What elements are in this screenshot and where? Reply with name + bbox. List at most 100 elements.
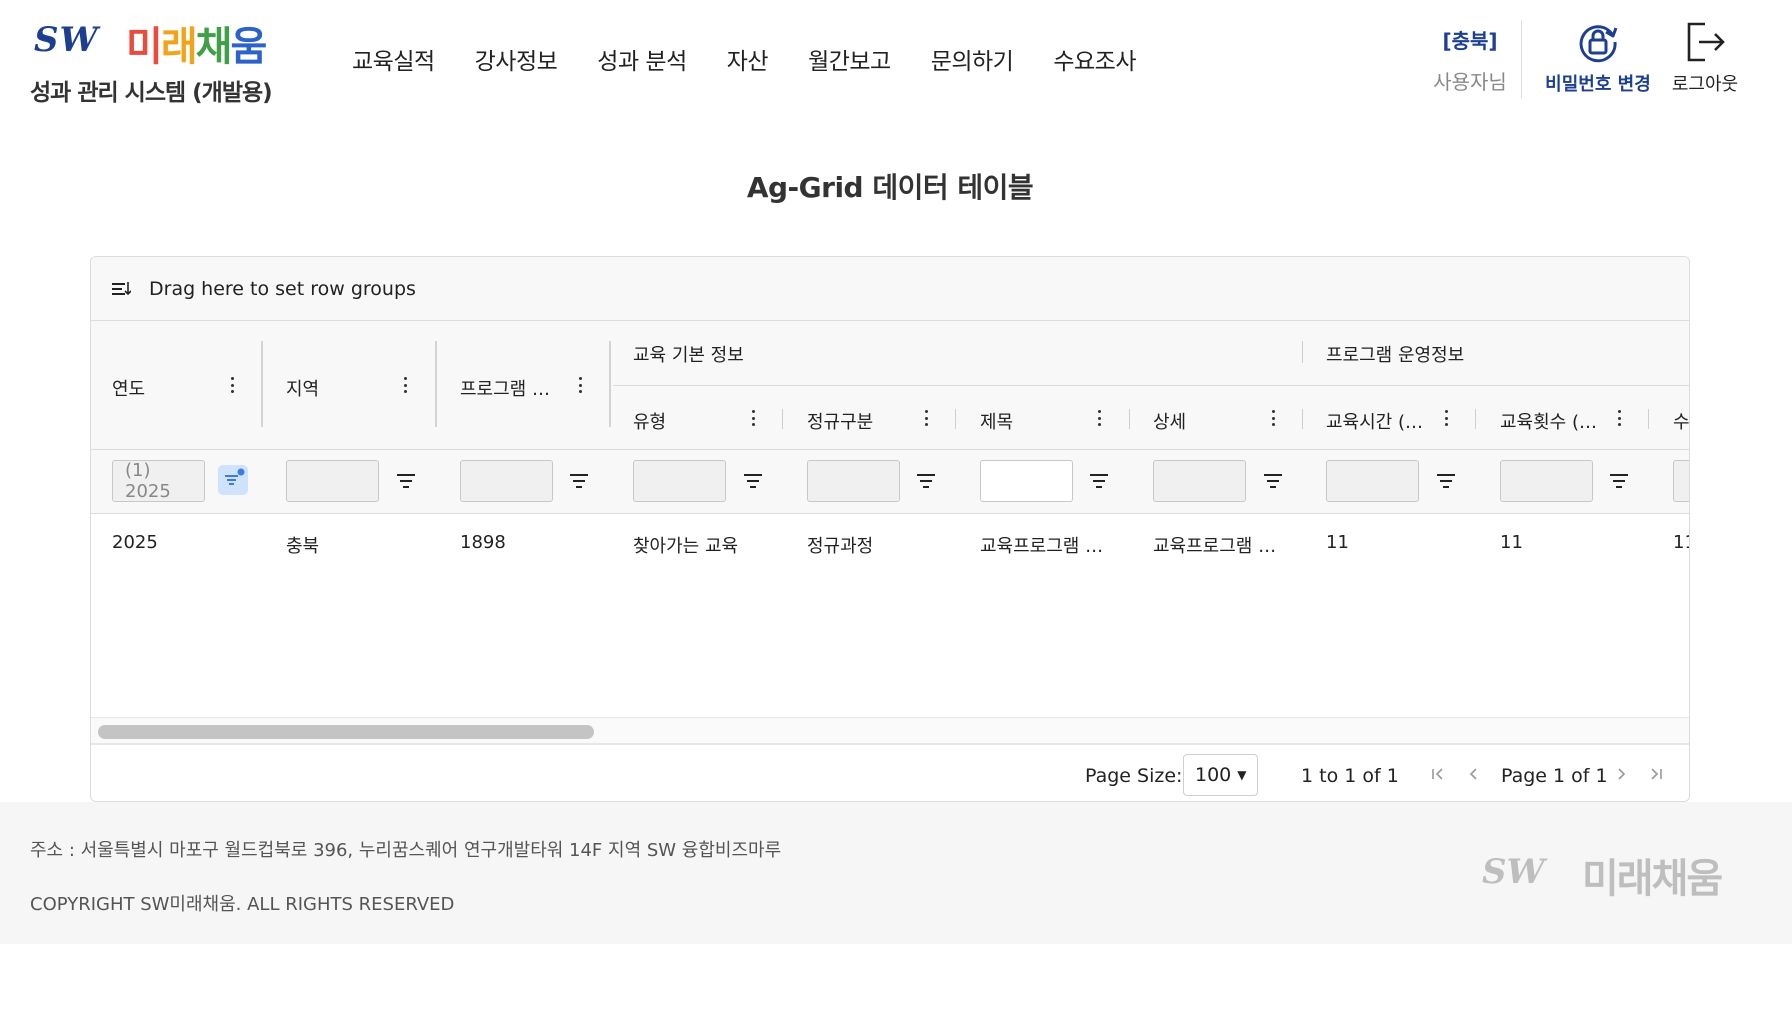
filter-row: (1) 2025 xyxy=(91,450,1689,514)
last-page-button[interactable] xyxy=(1646,763,1666,785)
filter-active-button[interactable] xyxy=(218,465,248,495)
filter-icon[interactable] xyxy=(1089,472,1109,490)
change-password-button[interactable]: 비밀번호 변경 xyxy=(1538,18,1658,96)
row-range-summary: 1 to 1 of 1 xyxy=(1301,765,1399,787)
column-resize-handle[interactable] xyxy=(1648,409,1649,429)
user-region: [충북] xyxy=(1442,29,1498,53)
filter-input-region[interactable] xyxy=(286,460,379,502)
column-resize-handle[interactable] xyxy=(261,341,263,427)
filter-icon[interactable] xyxy=(916,472,936,490)
group-header-basic-info: 교육 기본 정보 xyxy=(633,345,744,366)
filter-input-regular-type[interactable] xyxy=(807,460,900,502)
user-name: 사용자님 xyxy=(1433,70,1507,94)
filter-input-title[interactable] xyxy=(980,460,1073,502)
group-separator xyxy=(1302,341,1303,363)
column-menu-icon[interactable] xyxy=(404,377,408,393)
previous-page-button[interactable] xyxy=(1464,763,1484,785)
filter-icon[interactable] xyxy=(1609,472,1629,490)
nav-item-monthly-report[interactable]: 월간보고 xyxy=(808,42,891,76)
column-menu-icon[interactable] xyxy=(752,410,756,426)
grid-body: 2025 충북 1898 찾아가는 교육 정규과정 교육프로그램 … 교육프로그… xyxy=(91,514,1689,714)
filter-icon[interactable] xyxy=(1436,472,1456,490)
column-header-edu-hours[interactable]: 교육시간 (… xyxy=(1326,408,1423,434)
chevron-left-icon xyxy=(1469,768,1477,780)
column-header-title[interactable]: 제목 xyxy=(980,408,1013,434)
logo-kr-text: 미래채움 xyxy=(126,24,267,70)
filter-input-detail[interactable] xyxy=(1153,460,1246,502)
column-menu-icon[interactable] xyxy=(579,377,583,393)
filter-icon[interactable] xyxy=(396,472,416,490)
filter-input-partial[interactable] xyxy=(1673,460,1689,502)
scrollbar-thumb[interactable] xyxy=(98,725,594,739)
column-resize-handle[interactable] xyxy=(782,409,783,429)
column-menu-icon[interactable] xyxy=(1445,410,1449,426)
row-group-hint: Drag here to set row groups xyxy=(149,277,416,300)
system-subtitle: 성과 관리 시스템 (개발용) xyxy=(30,80,273,106)
filter-active-icon xyxy=(225,468,245,485)
nav-item-demand-survey[interactable]: 수요조사 xyxy=(1053,42,1136,76)
data-grid: Drag here to set row groups 교육 기본 정보 프로그… xyxy=(90,256,1690,802)
change-password-label: 비밀번호 변경 xyxy=(1545,74,1651,95)
app-header: SW 미래채움 성과 관리 시스템 (개발용) 교육실적 강사정보 성과 분석 … xyxy=(0,0,1792,120)
cell-partial: 11 xyxy=(1673,532,1689,553)
page-footer: 주소 : 서울특별시 마포구 월드컵북로 396, 누리꿈스퀘어 연구개발타워 … xyxy=(0,802,1792,944)
filter-icon[interactable] xyxy=(743,472,763,490)
filter-icon[interactable] xyxy=(569,472,589,490)
footer-address: 주소 : 서울특별시 마포구 월드컵북로 396, 누리꿈스퀘어 연구개발타워 … xyxy=(30,840,782,861)
pagination-panel: Page Size: 100 ▼ 1 to 1 of 1 Page 1 of 1 xyxy=(91,747,1689,801)
brand-logo[interactable]: SW 미래채움 xyxy=(34,12,284,70)
logout-label: 로그아웃 xyxy=(1671,74,1739,95)
nav-item-instructor-info[interactable]: 강사정보 xyxy=(475,42,558,76)
column-resize-handle[interactable] xyxy=(609,341,611,427)
column-header-partial[interactable]: 수 xyxy=(1673,408,1689,434)
filter-input-edu-hours[interactable] xyxy=(1326,460,1419,502)
column-resize-handle[interactable] xyxy=(955,409,956,429)
column-header-region[interactable]: 지역 xyxy=(286,375,319,401)
column-header-regular-type[interactable]: 정규구분 xyxy=(807,408,873,434)
column-menu-icon[interactable] xyxy=(1272,410,1276,426)
page-indicator: Page 1 of 1 xyxy=(1501,765,1608,787)
column-resize-handle[interactable] xyxy=(1129,409,1130,429)
row-group-icon xyxy=(112,281,131,295)
page-size-select[interactable]: 100 ▼ xyxy=(1183,754,1258,796)
cell-program: 1898 xyxy=(460,532,506,553)
last-page-icon xyxy=(1651,768,1662,780)
page-size-value: 100 xyxy=(1195,764,1232,786)
horizontal-scrollbar[interactable] xyxy=(91,717,1689,745)
filter-input-year[interactable]: (1) 2025 xyxy=(112,460,205,502)
filter-input-edu-count[interactable] xyxy=(1500,460,1593,502)
filter-input-type[interactable] xyxy=(633,460,726,502)
column-resize-handle[interactable] xyxy=(1475,409,1476,429)
cell-edu-hours: 11 xyxy=(1326,532,1349,553)
logout-icon xyxy=(1687,22,1725,62)
column-header-detail[interactable]: 상세 xyxy=(1153,408,1186,434)
group-header-divider xyxy=(613,385,1689,386)
column-menu-icon[interactable] xyxy=(1618,410,1622,426)
group-header-program-ops: 프로그램 운영정보 xyxy=(1326,345,1465,366)
column-header-year[interactable]: 연도 xyxy=(112,375,145,401)
next-page-button[interactable] xyxy=(1611,763,1631,785)
column-resize-handle[interactable] xyxy=(435,341,437,427)
filter-input-program[interactable] xyxy=(460,460,553,502)
column-header-program[interactable]: 프로그램 … xyxy=(460,375,550,401)
nav-item-assets[interactable]: 자산 xyxy=(727,42,769,76)
column-resize-handle[interactable] xyxy=(1302,409,1303,429)
logout-button[interactable]: 로그아웃 xyxy=(1668,18,1742,96)
column-menu-icon[interactable] xyxy=(925,410,929,426)
lock-refresh-icon xyxy=(1579,25,1618,63)
column-header-type[interactable]: 유형 xyxy=(633,408,666,434)
footer-copyright: COPYRIGHT SW미래채움. ALL RIGHTS RESERVED xyxy=(30,894,455,915)
column-menu-icon[interactable] xyxy=(231,377,235,393)
page-size-label: Page Size: xyxy=(1085,765,1183,787)
first-page-button[interactable] xyxy=(1428,763,1448,785)
nav-item-education-results[interactable]: 교육실적 xyxy=(352,42,435,76)
nav-item-inquiry[interactable]: 문의하기 xyxy=(931,42,1014,76)
column-header-edu-count[interactable]: 교육횟수 (… xyxy=(1500,408,1597,434)
row-group-drop-zone[interactable]: Drag here to set row groups xyxy=(91,257,1689,321)
column-menu-icon[interactable] xyxy=(1098,410,1102,426)
nav-item-performance-analysis[interactable]: 성과 분석 xyxy=(597,42,687,76)
user-info: [충북] 사용자님 xyxy=(1420,25,1520,95)
cell-detail: 교육프로그램 … xyxy=(1153,536,1277,557)
page-title: Ag-Grid 데이터 테이블 xyxy=(746,171,1034,204)
filter-icon[interactable] xyxy=(1263,472,1283,490)
